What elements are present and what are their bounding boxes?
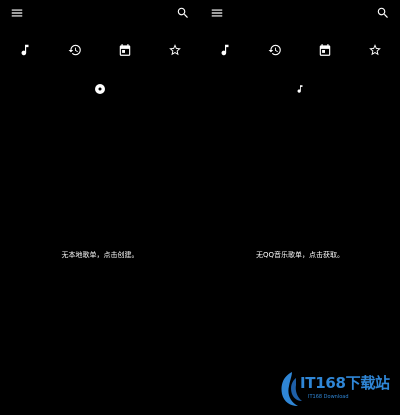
search-button[interactable] (372, 2, 394, 24)
small-music-note-icon (297, 85, 303, 93)
top-app-bar (200, 0, 400, 26)
calendar-icon (319, 44, 331, 56)
empty-state-message[interactable]: 无QQ音乐歌单，点击获取。 (200, 250, 400, 260)
history-icon (68, 44, 81, 56)
top-app-bar (0, 0, 200, 26)
search-icon (177, 7, 188, 18)
watermark-text: IT168下载站 (300, 374, 390, 392)
qq-playlists-panel: 无QQ音乐歌单，点击获取。 (200, 0, 400, 415)
tab-bar (200, 39, 400, 61)
calendar-icon (119, 44, 131, 56)
tab-favorites[interactable] (364, 39, 386, 61)
tab-history[interactable] (264, 39, 286, 61)
tab-calendar[interactable] (314, 39, 336, 61)
disc-icon (95, 84, 105, 94)
tab-songs[interactable] (214, 39, 236, 61)
star-icon (369, 44, 381, 56)
menu-icon (211, 9, 223, 17)
tab-bar (0, 39, 200, 61)
local-playlists-panel: 无本地歌单，点击创建。 (0, 0, 200, 415)
search-button[interactable] (172, 2, 194, 24)
tab-songs[interactable] (14, 39, 36, 61)
menu-button[interactable] (6, 2, 28, 24)
history-icon (268, 44, 281, 56)
tab-favorites[interactable] (164, 39, 186, 61)
tab-calendar[interactable] (114, 39, 136, 61)
tab-history[interactable] (64, 39, 86, 61)
watermark: IT168下载站 IT168 Download (278, 370, 396, 412)
empty-state-message[interactable]: 无本地歌单，点击创建。 (0, 250, 200, 260)
tab-indicator (91, 80, 109, 98)
star-icon (169, 44, 181, 56)
music-note-icon (21, 44, 29, 56)
watermark-subtext: IT168 Download (308, 394, 349, 400)
menu-icon (11, 9, 23, 17)
music-note-icon (221, 44, 229, 56)
tab-indicator (291, 80, 309, 98)
search-icon (377, 7, 388, 18)
menu-button[interactable] (206, 2, 228, 24)
